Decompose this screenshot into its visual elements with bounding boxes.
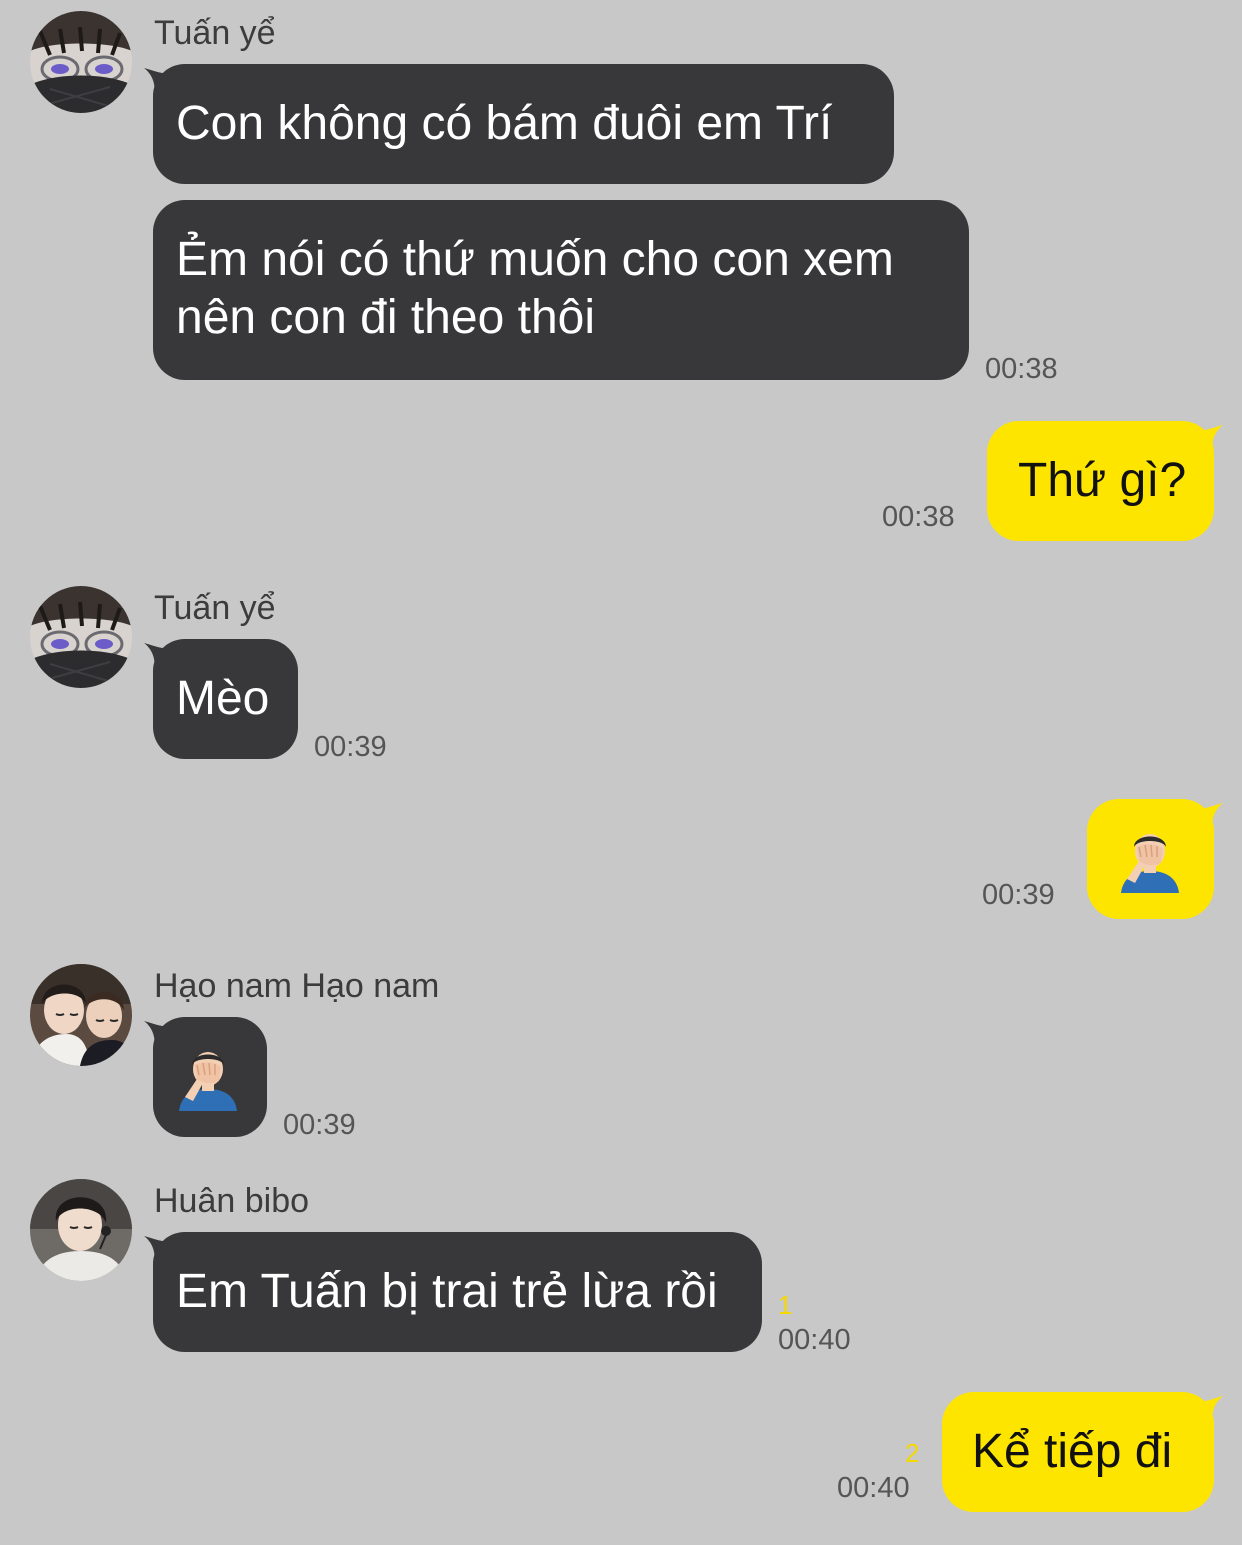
message-timestamp: 00:38 — [985, 353, 1058, 385]
two-friends-avatar-icon — [30, 964, 132, 1066]
bubble-tail-icon — [1193, 1396, 1223, 1422]
message-bubble[interactable]: Ẻm nói có thứ muốn cho con xem nên con đ… — [153, 200, 969, 380]
sender-name: Hạo nam Hạo nam — [154, 967, 440, 1005]
avatar-tuan-1[interactable] — [30, 11, 132, 113]
man-facepalming-emoji-icon — [179, 1052, 237, 1111]
message-text: Kể tiếp đi — [972, 1425, 1173, 1478]
headset-user-avatar-icon — [30, 1179, 132, 1281]
message-bubble[interactable]: Mèo — [144, 639, 298, 759]
avatar-tuan-2[interactable] — [30, 586, 132, 688]
message-text: Thứ gì? — [1018, 454, 1187, 507]
masked-glasses-avatar-icon — [30, 11, 132, 113]
avatar-hao-nam[interactable] — [30, 964, 132, 1066]
message-bubble-outgoing[interactable]: Kể tiếp đi — [942, 1392, 1223, 1512]
message-timestamp: 00:38 — [882, 501, 955, 533]
message-bubble[interactable]: Con không có bám đuôi em Trí — [144, 64, 894, 184]
bubble-tail-icon — [1193, 803, 1223, 829]
message-timestamp: 00:39 — [283, 1109, 356, 1141]
message-bubble-outgoing[interactable] — [1087, 799, 1223, 919]
message-text: nên con đi theo thôi — [176, 291, 595, 344]
bubble-tail-icon — [1193, 425, 1223, 451]
bubble-tail-icon — [144, 1021, 174, 1047]
message-timestamp: 00:39 — [982, 879, 1055, 911]
message-text: Em Tuấn bị trai trẻ lừa rồi — [176, 1265, 718, 1318]
message-timestamp: 00:40 — [778, 1324, 851, 1356]
message-bubble[interactable] — [144, 1017, 267, 1137]
avatar-huan-bibo[interactable] — [30, 1179, 132, 1281]
man-facepalming-emoji-icon — [1121, 834, 1179, 893]
sender-name: Tuấn yể — [154, 589, 276, 627]
bubble-tail-icon — [144, 1236, 174, 1262]
message-text: Mèo — [176, 672, 270, 725]
message-text: Ẻm nói có thứ muốn cho con xem — [176, 233, 894, 286]
message-bubble[interactable]: Em Tuấn bị trai trẻ lừa rồi — [144, 1232, 762, 1352]
message-timestamp: 00:40 — [837, 1472, 910, 1504]
message-text: Con không có bám đuôi em Trí — [176, 97, 833, 150]
message-timestamp: 00:39 — [314, 731, 387, 763]
sender-name: Huân bibo — [154, 1182, 310, 1220]
message-bubble-outgoing[interactable]: Thứ gì? — [987, 421, 1223, 541]
sender-name: Tuấn yể — [154, 14, 276, 52]
masked-glasses-avatar-icon — [30, 586, 132, 688]
bubble-tail-icon — [144, 643, 174, 669]
unread-count: 1 — [778, 1290, 793, 1320]
bubble-tail-icon — [144, 68, 174, 94]
unread-count: 2 — [905, 1438, 920, 1468]
